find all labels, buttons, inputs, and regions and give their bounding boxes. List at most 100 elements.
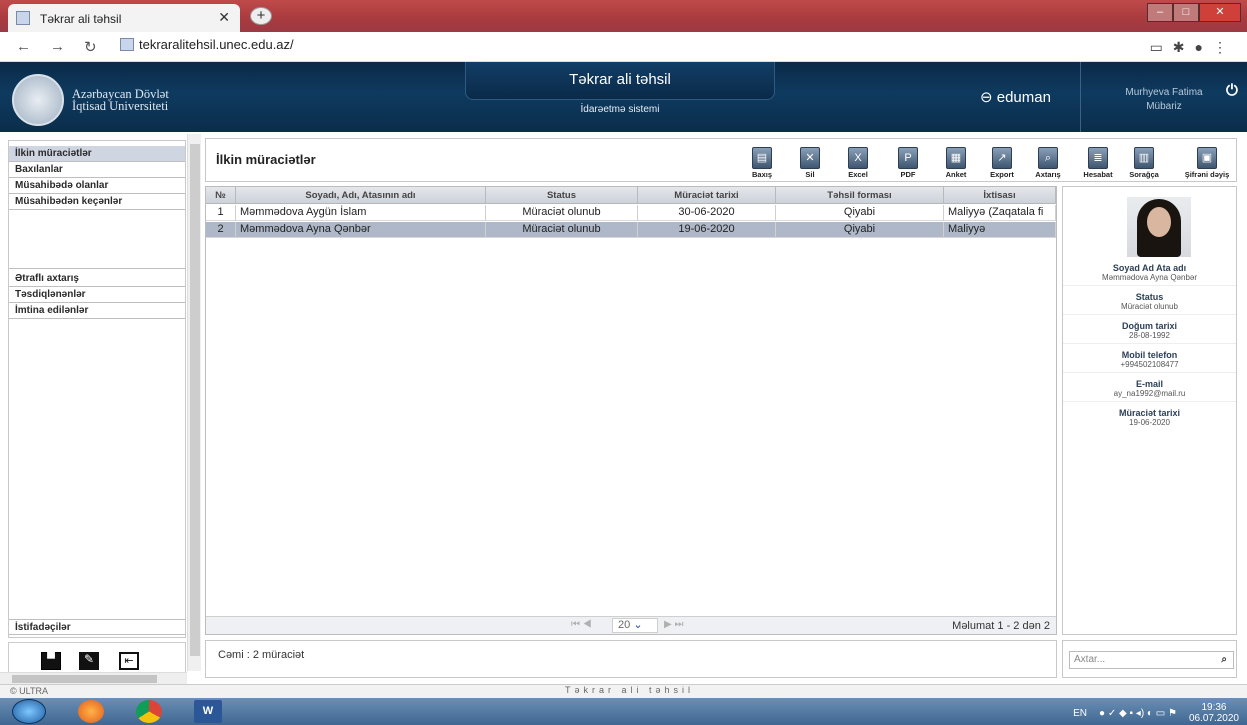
sidebar-item-etrafli[interactable]: Ətraflı axtarış xyxy=(9,271,185,287)
search-button[interactable]: ⌕ Axtarış xyxy=(1028,147,1068,179)
detail-label: Soyad Ad Ata adı xyxy=(1112,263,1187,273)
url-text: tekraralitehsil.unec.edu.az/ xyxy=(139,37,294,52)
view-label: Baxış xyxy=(751,170,772,179)
pager-next-icons[interactable]: ▶ ⏭ xyxy=(664,619,683,630)
close-window-icon[interactable]: ✕ xyxy=(1199,3,1241,22)
sidebar-item-tesdiqlenenler[interactable]: Təsdiqlənənlər xyxy=(9,287,185,303)
exit-icon[interactable]: ⇤ xyxy=(119,652,139,670)
change-password-label: Şifrəni dəyiş xyxy=(1184,170,1230,179)
tray-icons[interactable]: ● ✓ ◆ ▪ ◂) ◐ ▭ ⚑ xyxy=(1099,708,1177,719)
maximize-icon[interactable]: □ xyxy=(1173,3,1199,22)
tab-title: Təkrar ali təhsil xyxy=(40,12,122,26)
cell-name: Məmmədova Ayna Qənbər xyxy=(236,222,486,238)
change-password-button[interactable]: ▣ Şifrəni dəyiş xyxy=(1182,147,1232,179)
window-controls: – □ ✕ xyxy=(1147,3,1241,23)
export-button[interactable]: ↗ Export xyxy=(982,147,1022,179)
reference-button[interactable]: ▥ Sorağça xyxy=(1124,147,1164,179)
url-field[interactable]: tekraralitehsil.unec.edu.az/ xyxy=(120,37,1220,57)
password-icon: ▣ xyxy=(1197,147,1217,169)
chrome-icon[interactable] xyxy=(136,700,162,723)
start-button[interactable] xyxy=(12,699,46,724)
applicant-photo xyxy=(1127,197,1191,257)
page-title: İlkin müraciətlər xyxy=(216,152,316,167)
forward-icon[interactable]: → xyxy=(50,38,65,55)
pager-prev-icons[interactable]: ⏮ ◀ xyxy=(571,619,592,630)
pager-info: Məlumat 1 - 2 dən 2 xyxy=(952,620,1050,632)
cell-status: Müraciət olunub xyxy=(486,222,638,238)
col-name[interactable]: Soyadı, Adı, Atasının adı xyxy=(236,187,486,204)
search-icon[interactable]: ⌕ xyxy=(1221,652,1227,668)
new-tab-button[interactable]: + xyxy=(250,7,272,25)
col-date[interactable]: Müraciət tarixi xyxy=(638,187,776,204)
back-icon[interactable]: ← xyxy=(16,38,31,55)
word-icon[interactable]: W xyxy=(194,700,222,723)
address-bar: ← → ↻ tekraralitehsil.unec.edu.az/ ▭✱●⋮ xyxy=(0,32,1247,62)
reference-icon: ▥ xyxy=(1134,147,1154,169)
close-tab-icon[interactable]: ✕ xyxy=(218,9,230,26)
detail-label: Müraciət tarixi xyxy=(1118,408,1181,418)
clock[interactable]: 19:36 06.07.2020 xyxy=(1189,702,1239,724)
excel-icon: X xyxy=(848,147,868,169)
sidebar-item-musahibede[interactable]: Müsahibədə olanlar xyxy=(9,178,185,194)
excel-button[interactable]: X Excel xyxy=(838,147,878,179)
page-size-select[interactable]: 20 ⌄ xyxy=(612,618,658,633)
export-icon: ↗ xyxy=(992,147,1012,169)
eduman-icon: ⊖ xyxy=(980,89,993,106)
page-header: İlkin müraciətlər ▤ Baxış ✕ Sil X Excel P PD… xyxy=(205,138,1237,182)
search-input[interactable]: Axtar... ⌕ xyxy=(1069,651,1234,669)
university-name-line2: İqtisad Universiteti xyxy=(72,99,169,113)
language-indicator[interactable]: EN xyxy=(1073,708,1087,719)
col-number[interactable]: № xyxy=(206,187,236,204)
total-count: Cəmi : 2 müraciət xyxy=(218,649,305,661)
minimize-icon[interactable]: – xyxy=(1147,3,1173,22)
sidebar-item-musahibeden[interactable]: Müsahibədən keçənlər xyxy=(9,194,185,210)
col-speciality[interactable]: İxtisası xyxy=(944,187,1056,204)
edit-icon[interactable]: ✎ xyxy=(79,652,99,670)
site-favicon-icon xyxy=(120,38,134,51)
detail-value: +994502108477 xyxy=(1063,360,1236,373)
university-name: Azərbaycan Dövlət İqtisad Universiteti xyxy=(72,88,169,113)
sidebar-item-ilkin[interactable]: İlkin müraciətlər xyxy=(9,146,185,162)
sidebar-scrollbar[interactable] xyxy=(187,134,201,671)
table-row[interactable]: 1 Məmmədova Aygün İslam Müraciət olunub … xyxy=(206,205,1056,221)
firefox-icon[interactable] xyxy=(78,700,104,723)
sidebar-item-istifadeciler[interactable]: İstifadəçilər xyxy=(9,619,185,635)
detail-value: ay_na1992@mail.ru xyxy=(1063,389,1236,402)
delete-label: Sil xyxy=(805,170,815,179)
favicon-icon xyxy=(16,11,30,25)
pdf-button[interactable]: P PDF xyxy=(888,147,928,179)
summary-bar: Cəmi : 2 müraciət xyxy=(205,640,1057,678)
user-name: Murhyeva Fatima xyxy=(1125,87,1203,98)
cell-form: Qiyabi xyxy=(776,205,944,221)
detail-label: Status xyxy=(1135,292,1164,302)
anket-button[interactable]: ▦ Anket xyxy=(936,147,976,179)
user-father-name: Mübariz xyxy=(1146,101,1182,112)
graduation-icon[interactable]: ▀ xyxy=(41,652,61,670)
delete-icon: ✕ xyxy=(800,147,820,169)
table-row[interactable]: 2 Məmmədova Ayna Qənbər Müraciət olunub … xyxy=(206,222,1056,238)
eduman-logo: ⊖ eduman xyxy=(980,88,1051,106)
delete-button[interactable]: ✕ Sil xyxy=(790,147,830,179)
horizontal-scrollbar[interactable] xyxy=(0,672,187,684)
status-bar: © ULTRA Təkrar ali təhsil xyxy=(0,684,1247,698)
reload-icon[interactable]: ↻ xyxy=(84,38,97,56)
user-info: Murhyeva Fatima Mübariz xyxy=(1080,62,1247,132)
col-form[interactable]: Təhsil forması xyxy=(776,187,944,204)
browser-extension-icons[interactable]: ▭✱●⋮ xyxy=(1150,39,1237,56)
detail-label: Mobil telefon xyxy=(1121,350,1178,360)
app-title-box: Təkrar ali təhsil xyxy=(465,62,775,100)
sidebar-item-imtina[interactable]: İmtina edilənlər xyxy=(9,303,185,319)
power-icon[interactable]: ⏻ xyxy=(1226,82,1238,99)
browser-tab[interactable]: Təkrar ali təhsil ✕ xyxy=(8,4,240,32)
col-status[interactable]: Status xyxy=(486,187,638,204)
anket-label: Anket xyxy=(945,170,967,179)
view-button[interactable]: ▤ Baxış xyxy=(742,147,782,179)
clock-date: 06.07.2020 xyxy=(1188,713,1239,724)
applications-table: № Soyadı, Adı, Atasının adı Status Mürac… xyxy=(205,186,1057,635)
sidebar-item-baxilanlar[interactable]: Baxılanlar xyxy=(9,162,185,178)
report-button[interactable]: ≣ Hesabat xyxy=(1078,147,1118,179)
report-label: Hesabat xyxy=(1083,170,1113,179)
university-logo xyxy=(12,74,64,126)
cell-status: Müraciət olunub xyxy=(486,205,638,221)
detail-value: Məmmədova Ayna Qənbər xyxy=(1063,273,1236,286)
